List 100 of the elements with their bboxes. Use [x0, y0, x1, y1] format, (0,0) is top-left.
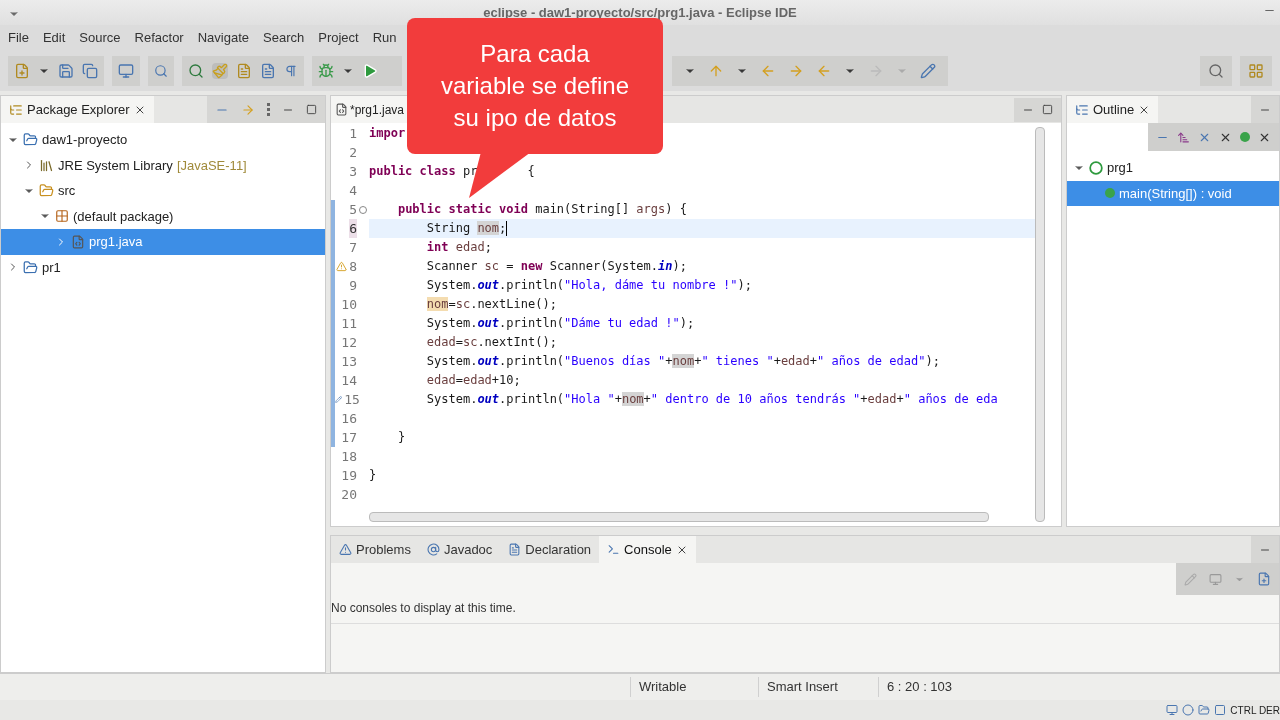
- keyboard-indicator: CTRL DER: [1230, 703, 1280, 718]
- document-icon[interactable]: [236, 63, 252, 79]
- line-number: 5: [349, 200, 357, 219]
- code-line: public static void main(String[] args) {: [396, 201, 688, 218]
- view-menu-icon[interactable]: [267, 103, 270, 116]
- code-line: }: [396, 429, 407, 446]
- code-line: System.out.println("Buenos días "+nom+" tienes "+edad+" años de edad");: [425, 353, 941, 370]
- menu-item[interactable]: Run: [372, 28, 397, 48]
- tray-icon[interactable]: [1198, 704, 1211, 716]
- tree-label: prg1: [1107, 159, 1134, 177]
- line-number: 7: [349, 238, 357, 257]
- window-title: eclipse - daw1-proyecto/src/prg1.java - Eclipse IDE: [483, 3, 797, 22]
- line-number: 17: [341, 428, 357, 447]
- line-number: 4: [349, 181, 357, 200]
- line-number: 20: [341, 485, 357, 504]
- menu-item[interactable]: Edit: [42, 28, 66, 48]
- tree-item[interactable]: (default package): [1, 203, 325, 229]
- package-explorer-icon: [9, 102, 23, 117]
- up-arrow-icon[interactable]: [708, 63, 724, 79]
- tree-item[interactable]: prg1: [1067, 155, 1279, 181]
- perspective-icon[interactable]: [1248, 63, 1264, 79]
- view-tab[interactable]: Problems: [331, 536, 419, 563]
- debug-icon[interactable]: [318, 63, 334, 79]
- code-line: Scanner sc = new Scanner(System.in);: [425, 258, 688, 275]
- line-number: 1: [349, 124, 357, 143]
- sort-icon[interactable]: [1177, 130, 1190, 144]
- status-field: Writable: [630, 677, 758, 697]
- tray-icon[interactable]: [1166, 704, 1179, 716]
- code-line: }: [369, 467, 378, 484]
- search-icon[interactable]: [154, 64, 168, 78]
- code-line: public class pr {: [369, 163, 536, 180]
- tree-item[interactable]: pr1: [1, 254, 325, 280]
- tab-icon: [426, 543, 440, 556]
- line-number: 10: [341, 295, 357, 314]
- menu-item[interactable]: Project: [318, 28, 359, 48]
- maximize-icon[interactable]: [306, 104, 317, 115]
- menu-item[interactable]: Refactor: [134, 28, 184, 48]
- tree-item[interactable]: JRE System Library [JavaSE-11]: [1, 152, 325, 178]
- new-file-icon[interactable]: [14, 63, 30, 79]
- callout-text: Para cada variable se define su ipo de datos: [440, 39, 630, 133]
- code-line: System.out.println("Dáme tu edad !");: [425, 315, 696, 332]
- line-number: 12: [341, 333, 357, 352]
- project-folder-icon: [23, 259, 38, 275]
- project-folder-icon: [23, 132, 38, 148]
- java-file-icon: [335, 103, 348, 116]
- line-number: 9: [349, 276, 357, 295]
- text-cursor: [506, 221, 508, 236]
- console-message: No consoles to display at this time.: [331, 601, 516, 615]
- status-field: 6 : 20 : 103: [878, 677, 998, 697]
- tab-icon: [508, 543, 522, 556]
- tree-label: src: [58, 182, 76, 200]
- tree-label: (default package): [73, 207, 174, 226]
- outline-icon: [1075, 102, 1089, 117]
- vertical-scrollbar[interactable]: [1035, 127, 1045, 522]
- pilcrow-icon[interactable]: [284, 64, 298, 78]
- code-line: edad=edad+10;: [425, 372, 522, 389]
- tree-label: JRE System Library: [58, 156, 173, 175]
- tree-label: daw1-proyecto: [42, 131, 128, 149]
- java-file-icon: [71, 234, 85, 249]
- line-number: 18: [341, 447, 357, 466]
- search-icon[interactable]: [1208, 63, 1224, 79]
- save-all-icon[interactable]: [82, 63, 98, 79]
- horizontal-scrollbar[interactable]: [369, 512, 989, 522]
- new-console-icon[interactable]: [1257, 572, 1271, 586]
- tree-label: main(String[]) : void: [1119, 184, 1232, 203]
- menu-item[interactable]: File: [8, 28, 29, 48]
- tab-icon: [339, 543, 352, 556]
- menu-item[interactable]: Navigate: [197, 28, 249, 48]
- tab-icon: [607, 543, 621, 556]
- class-icon: [1089, 160, 1103, 175]
- view-tab[interactable]: Declaration: [500, 536, 600, 563]
- code-line: int edad;: [425, 239, 493, 256]
- line-number: 16: [341, 409, 357, 428]
- page-icon[interactable]: [260, 63, 276, 79]
- code-line: System.out.println("Hola, dáme tu nombre !");: [425, 277, 753, 294]
- package-icon: [55, 209, 69, 224]
- code-line: nom=sc.nextLine();: [425, 296, 558, 313]
- method-icon: [1105, 188, 1115, 199]
- view-tab[interactable]: Console: [599, 536, 696, 563]
- tray-icon[interactable]: [1182, 704, 1195, 716]
- code-line: System.out.println("Hola "+nom+" dentro de 10 años tendrás "+edad+" años de eda: [425, 391, 999, 408]
- line-number: 19: [341, 466, 357, 485]
- view-tab[interactable]: Javadoc: [418, 536, 501, 563]
- code-line: impor: [369, 125, 407, 142]
- menu-item[interactable]: Search: [263, 28, 305, 48]
- status-field: Smart Insert: [758, 677, 878, 697]
- run-icon[interactable]: [362, 63, 378, 79]
- maximize-icon[interactable]: [1042, 104, 1053, 115]
- menu-item[interactable]: Source: [79, 28, 121, 48]
- tree-item[interactable]: src: [1, 178, 325, 204]
- save-icon[interactable]: [58, 63, 74, 79]
- code-line: edad=sc.nextInt();: [425, 334, 558, 351]
- tree-item[interactable]: daw1-proyecto: [1, 127, 325, 153]
- warning-icon[interactable]: [336, 261, 348, 272]
- folder-icon: [39, 183, 54, 199]
- library-icon: [39, 157, 54, 173]
- line-number: 13: [341, 352, 357, 371]
- line-number: 15: [344, 390, 360, 409]
- tray-icon[interactable]: [1214, 704, 1227, 716]
- line-number: 2: [349, 143, 357, 162]
